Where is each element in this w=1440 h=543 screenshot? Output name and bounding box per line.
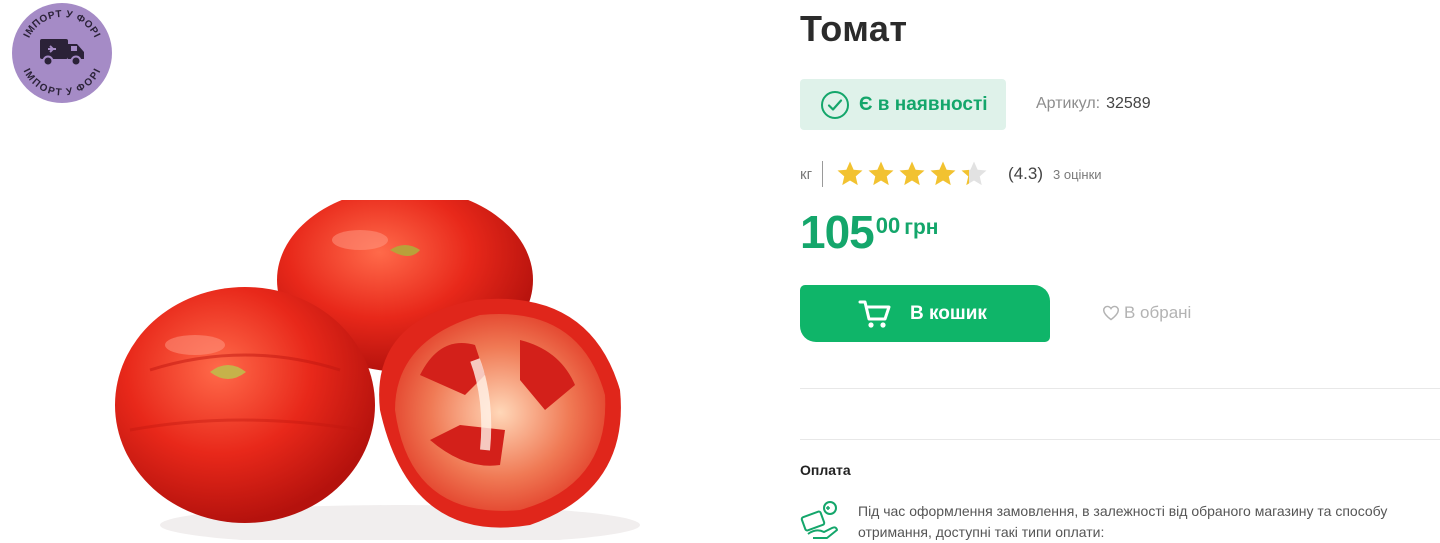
payment-description: Під час оформлення замовлення, в залежно… — [858, 503, 1388, 540]
price-currency: грн — [904, 216, 939, 239]
product-image — [115, 200, 640, 540]
unit-label: кг — [800, 165, 813, 183]
heart-icon — [1102, 305, 1120, 321]
stock-status-badge: Є в наявності — [800, 79, 1006, 130]
stock-status-label: Є в наявності — [859, 93, 988, 115]
import-badge: ІМПОРТ У ФОРІ ІМПОРТ У ФОРІ — [12, 3, 112, 103]
star-icon-1[interactable] — [835, 159, 865, 189]
svg-text:ІМПОРТ У ФОРІ: ІМПОРТ У ФОРІ — [22, 9, 102, 40]
star-icon-4[interactable] — [928, 159, 958, 189]
product-title: Томат — [800, 8, 908, 49]
rating-row: кг (4.3) 3 оцінки — [800, 160, 1102, 188]
add-to-cart-button[interactable]: В кошик — [800, 285, 1050, 342]
truck-icon — [40, 39, 84, 67]
check-circle-icon — [821, 90, 849, 119]
add-to-cart-label: В кошик — [910, 302, 987, 324]
star-icon-2[interactable] — [866, 159, 896, 189]
badge-text-top: ІМПОРТ У ФОРІ — [22, 9, 102, 40]
sku-label: Артикул: — [1036, 95, 1101, 112]
rating-divider — [822, 161, 824, 187]
cart-icon — [858, 300, 891, 328]
payment-title: Оплата — [800, 462, 851, 478]
rating-count[interactable]: 3 оцінки — [1053, 167, 1102, 182]
star-icon-5[interactable] — [959, 159, 989, 189]
price: 10500 грн — [800, 205, 939, 259]
rating-value: (4.3) — [1008, 164, 1044, 183]
svg-text:ІМПОРТ У ФОРІ: ІМПОРТ У ФОРІ — [21, 67, 104, 99]
divider — [800, 388, 1440, 389]
payment-methods-icon — [800, 501, 838, 539]
sku: Артикул: 32589 — [1036, 95, 1151, 113]
import-badge-ring: ІМПОРТ У ФОРІ ІМПОРТ У ФОРІ — [21, 9, 104, 99]
price-cents: 00 — [875, 213, 901, 238]
sku-value: 32589 — [1106, 95, 1151, 112]
star-icon-3[interactable] — [897, 159, 927, 189]
star-rating[interactable] — [835, 159, 990, 189]
add-to-favorites-button[interactable]: В обрані — [1102, 303, 1191, 323]
add-to-favorites-label: В обрані — [1124, 303, 1192, 322]
price-main: 105 — [800, 206, 875, 258]
divider — [800, 439, 1440, 440]
badge-text-bottom: ІМПОРТ У ФОРІ — [21, 67, 103, 99]
